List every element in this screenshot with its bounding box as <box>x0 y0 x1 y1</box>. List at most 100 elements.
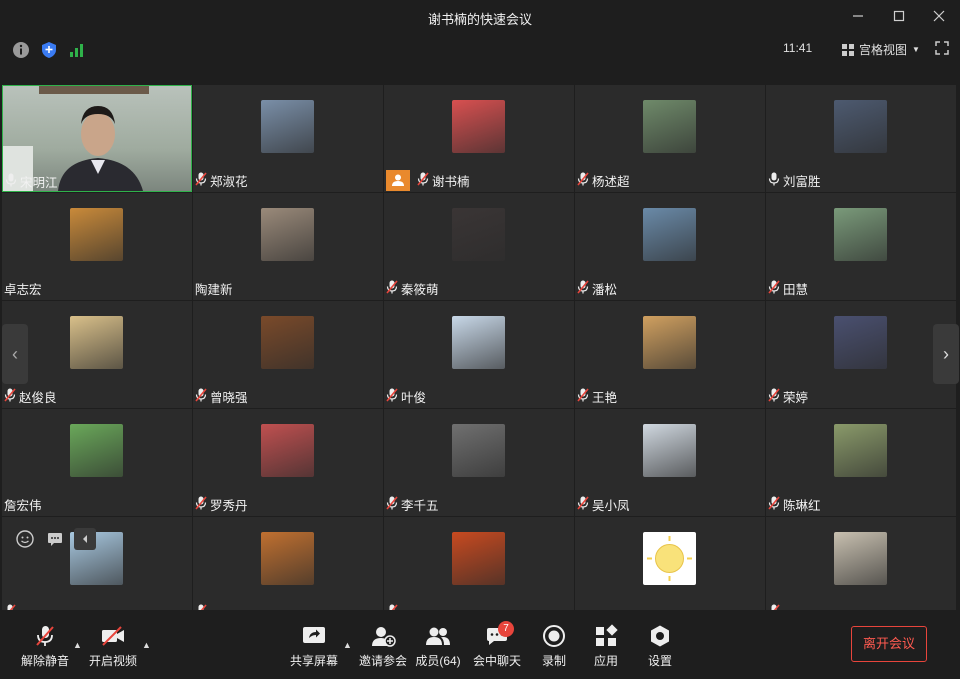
grid-view-icon <box>842 43 854 56</box>
participant-name-tag <box>195 603 210 610</box>
invite-button[interactable]: 邀请参会 <box>352 624 414 669</box>
paper-texture-avatar <box>70 316 123 369</box>
meeting-clock: 11:41 <box>783 41 813 55</box>
participant-tile[interactable]: 宋明江 <box>2 85 192 192</box>
portrait-photo-avatar <box>452 100 505 153</box>
participant-name-tag: 秦筱萌 <box>386 279 439 297</box>
participant-tile[interactable]: 曾晓强 <box>193 301 383 408</box>
apps-button[interactable]: 应用 <box>575 624 637 669</box>
start-video-button[interactable]: 开启视频 <box>82 624 144 669</box>
participant-name: 潘松 <box>592 282 618 297</box>
foggy-field-photo-avatar <box>834 532 887 585</box>
maximize-icon[interactable] <box>890 8 908 26</box>
participant-tile[interactable]: 谢书楠 <box>384 85 574 192</box>
waterfall-photo-avatar <box>643 100 696 153</box>
office-photo-avatar <box>834 100 887 153</box>
participant-tile[interactable] <box>766 517 956 610</box>
participant-tile[interactable]: 吴小凤 <box>575 409 765 516</box>
mic-muted-icon <box>417 171 429 189</box>
participant-name: 刘富胜 <box>783 174 821 189</box>
participant-name-tag: 罗秀丹 <box>195 495 248 513</box>
participant-tile[interactable]: 罗秀丹 <box>193 409 383 516</box>
unmute-button[interactable]: 解除静音 <box>14 624 76 669</box>
message-icon[interactable] <box>44 528 66 550</box>
sun-emoji-avatar <box>643 532 696 585</box>
share-options-caret[interactable]: ▲ <box>343 640 352 650</box>
participant-name-tag <box>386 603 401 610</box>
participant-tile[interactable] <box>193 517 383 610</box>
participant-tile[interactable]: 陶建新 <box>193 193 383 300</box>
participant-name-tag <box>768 603 783 610</box>
record-icon <box>543 625 565 647</box>
participant-tile[interactable]: 王艳 <box>575 301 765 408</box>
add-person-icon <box>372 627 396 647</box>
collapse-arrow-icon[interactable] <box>74 528 96 550</box>
status-bar <box>0 34 960 64</box>
share-screen-button[interactable]: 共享屏幕 <box>283 624 345 669</box>
participant-name-tag: 陈琳红 <box>768 495 821 513</box>
next-page-arrow[interactable]: › <box>933 324 959 384</box>
participant-grid: 宋明江 郑淑花 谢书楠 杨述超 刘富胜卓志宏 陶建新 秦筱萌 潘松 田慧赵俊良 曾晓强 叶俊 王艳 荣婷… <box>2 85 958 610</box>
participant-name: 郑淑花 <box>210 174 248 189</box>
participant-name-tag: 陶建新 <box>195 279 233 297</box>
participant-name: 陶建新 <box>195 282 233 297</box>
video-options-caret[interactable]: ▲ <box>142 640 151 650</box>
share-screen-icon <box>303 627 325 643</box>
emoji-icon[interactable] <box>14 528 36 550</box>
view-mode-label: 宫格视图 <box>859 43 908 57</box>
settings-button[interactable]: 设置 <box>629 624 691 669</box>
participant-tile[interactable]: 杨述超 <box>575 85 765 192</box>
fullscreen-icon[interactable] <box>935 41 949 55</box>
audio-options-caret[interactable]: ▲ <box>73 640 82 650</box>
pattern-art-avatar <box>261 424 314 477</box>
leave-meeting-button[interactable]: 离开会议 <box>851 626 927 662</box>
close-icon[interactable] <box>930 8 948 26</box>
participant-tile[interactable]: 荣婷 <box>766 301 956 408</box>
window-title: 谢书楠的快速会议 <box>427 12 532 27</box>
mic-on-icon <box>768 172 780 189</box>
red-sunset-photo-avatar <box>452 532 505 585</box>
mic-on-icon <box>5 173 17 190</box>
share-screen-label: 共享屏幕 <box>289 654 338 668</box>
members-button[interactable]: 成员(64) <box>407 624 469 669</box>
members-icon <box>426 627 450 645</box>
info-icon[interactable] <box>12 41 30 59</box>
settings-label: 设置 <box>647 654 672 668</box>
participant-tile[interactable]: 李千五 <box>384 409 574 516</box>
participant-name-tag: 赵俊良 <box>4 387 57 405</box>
portrait-photo-avatar <box>452 424 505 477</box>
chat-button[interactable]: 会中聊天 <box>466 624 528 669</box>
lake-dusk-photo-avatar <box>834 316 887 369</box>
mic-muted-icon <box>36 626 54 646</box>
chevron-down-icon: ▼ <box>912 45 920 54</box>
participant-tile[interactable]: 陈琳红 <box>766 409 956 516</box>
participant-tile[interactable]: 詹宏伟 <box>2 409 192 516</box>
participant-tile[interactable] <box>384 517 574 610</box>
participant-name: 詹宏伟 <box>4 498 42 513</box>
participant-tile[interactable]: 刘富胜 <box>766 85 956 192</box>
participant-tile[interactable]: 卓志宏 <box>2 193 192 300</box>
participant-name: 李千五 <box>401 498 439 513</box>
participant-tile[interactable] <box>575 517 765 610</box>
previous-page-arrow[interactable]: ‹ <box>2 324 28 384</box>
settings-gear-icon <box>651 625 669 647</box>
participant-tile[interactable]: 赵俊良 <box>2 301 192 408</box>
mountain-photo-avatar <box>643 208 696 261</box>
autumn-road-photo-avatar <box>261 532 314 585</box>
participant-tile[interactable]: 郑淑花 <box>193 85 383 192</box>
participant-tile[interactable]: 田慧 <box>766 193 956 300</box>
participant-tile[interactable]: 潘松 <box>575 193 765 300</box>
participant-tile[interactable]: 叶俊 <box>384 301 574 408</box>
camera-off-icon <box>102 626 124 646</box>
participant-name-tag: 潘松 <box>577 279 617 297</box>
minimize-icon[interactable] <box>849 8 867 26</box>
security-shield-icon[interactable] <box>40 41 58 59</box>
host-person-icon <box>386 169 410 191</box>
view-mode-button[interactable]: 宫格视图 ▼ <box>842 41 920 58</box>
mic-muted-icon <box>195 171 207 189</box>
participant-tile[interactable]: 秦筱萌 <box>384 193 574 300</box>
desert-photo-avatar <box>643 316 696 369</box>
signal-strength-icon[interactable] <box>68 41 86 59</box>
participant-name: 罗秀丹 <box>210 498 248 513</box>
mic-muted-icon <box>577 387 589 405</box>
